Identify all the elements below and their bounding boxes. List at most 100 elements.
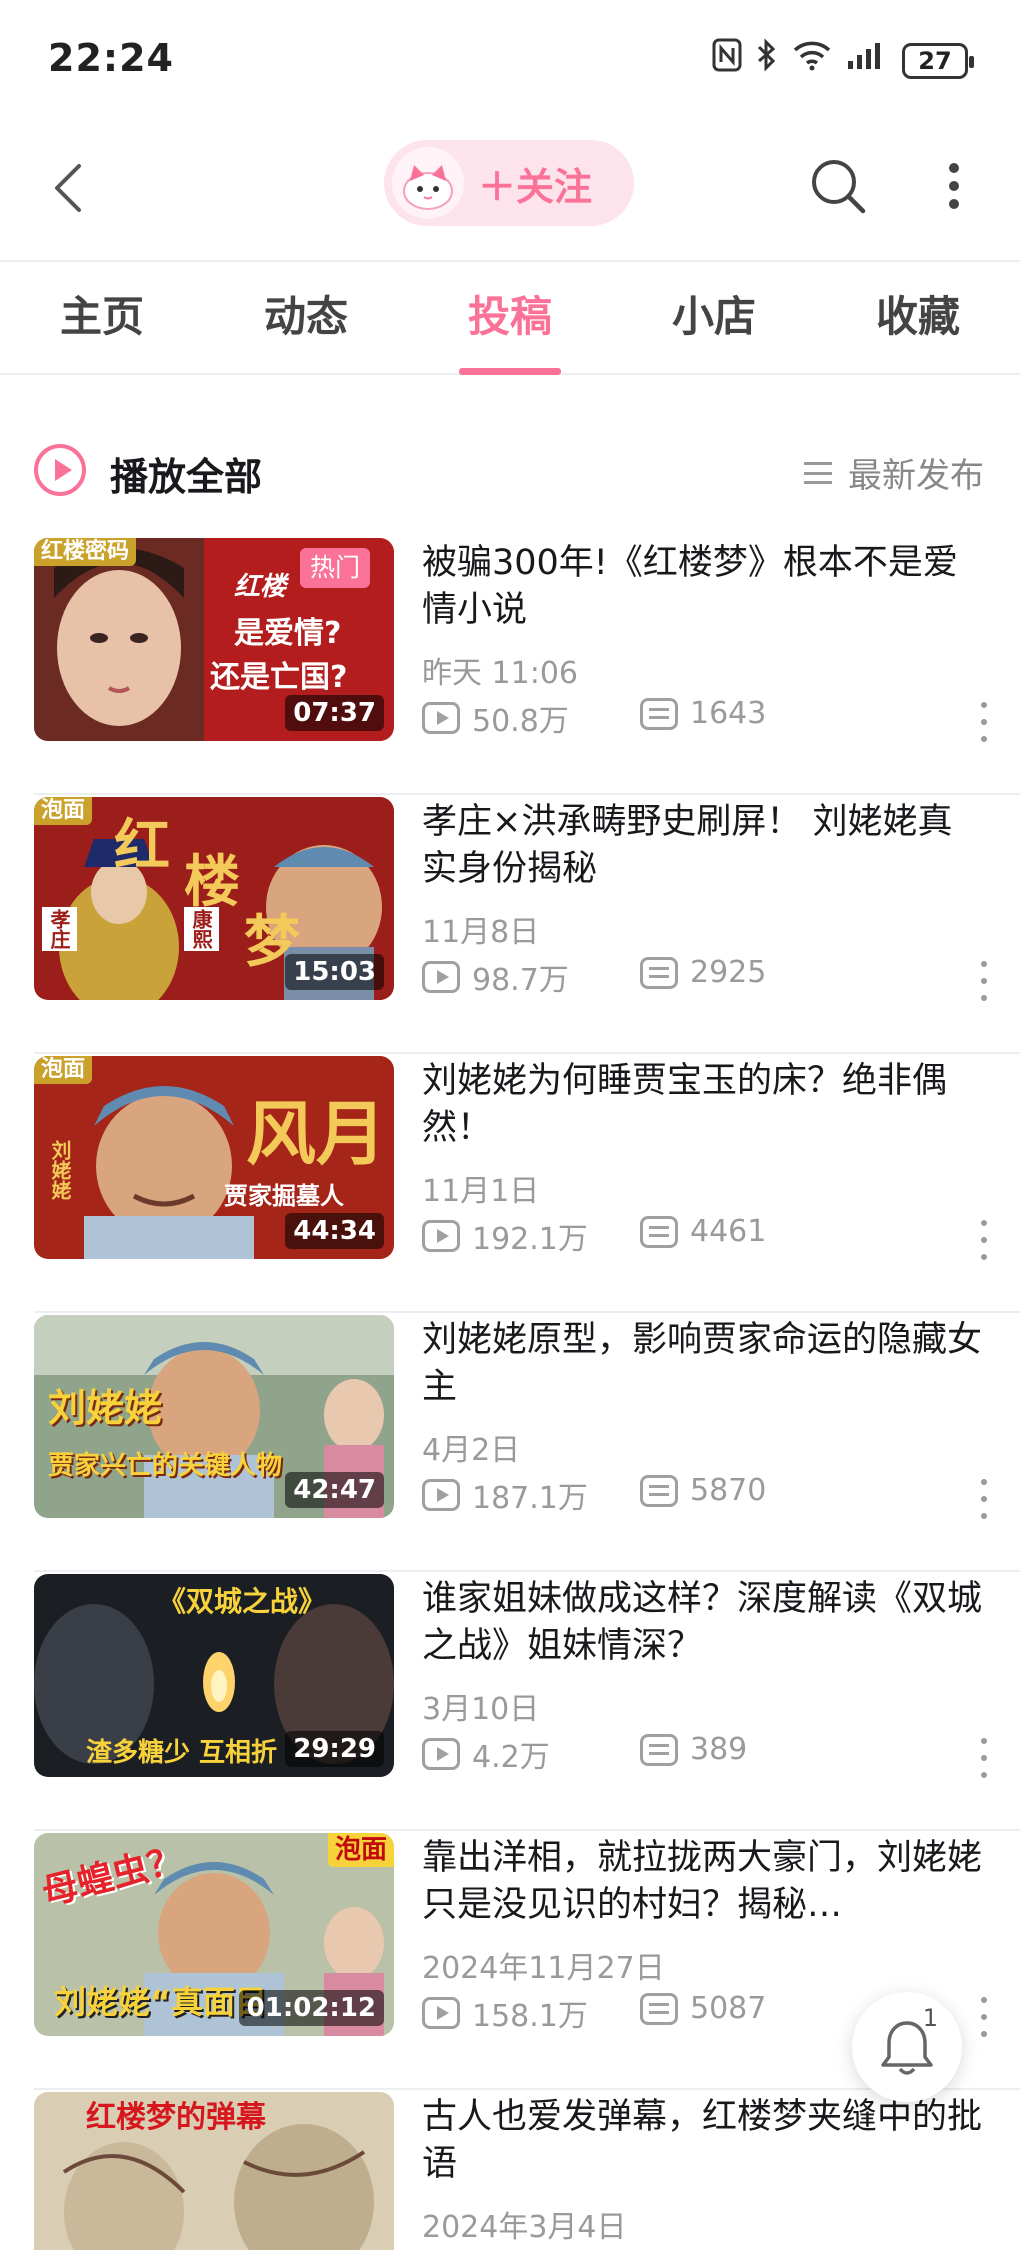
video-duration: 42:47 — [285, 1472, 384, 1508]
play-count-icon — [422, 1997, 460, 2029]
play-count-icon — [422, 1738, 460, 1770]
video-duration: 01:02:12 — [238, 1990, 384, 2026]
bluetooth-icon — [756, 38, 778, 83]
avatar — [392, 147, 464, 219]
video-title[interactable]: 被骗300年!《红楼梦》根本不是爱情小说 — [422, 540, 982, 634]
video-title[interactable]: 谁家姐妹做成这样？深度解读《双城之战》姐妹情深？ — [422, 1576, 982, 1670]
thumbnail-text: 《双城之战》 — [158, 1585, 327, 1618]
comment-count-value: 4461 — [690, 1214, 767, 1249]
channel-tag: 泡面 — [34, 797, 93, 825]
hot-badge: 热门 — [299, 548, 370, 588]
video-date: 11月1日 — [422, 1174, 540, 1209]
video-stats: 192.1万 4461 — [422, 1214, 982, 1257]
tab-home[interactable]: 主页 — [0, 262, 204, 373]
play-all-button[interactable]: 播放全部 — [110, 446, 262, 501]
more-options-button[interactable] — [930, 146, 978, 226]
search-button[interactable] — [800, 146, 876, 226]
view-count-value: 158.1万 — [472, 1999, 588, 2034]
comment-count-value: 2925 — [690, 955, 767, 990]
thumbnail-text: 贾家兴亡的关键人物 — [48, 1451, 283, 1481]
comment-count-value: 389 — [690, 1732, 748, 1767]
video-title[interactable]: 孝庄×洪承畴野史刷屏！ 刘姥姥真实身份揭秘 — [422, 799, 982, 893]
notification-bell-button[interactable]: 1 — [852, 1992, 962, 2102]
thumbnail-text: 孝庄 — [42, 907, 77, 951]
tab-shop[interactable]: 小店 — [612, 262, 816, 373]
video-title[interactable]: 刘姥姥为何睡贾宝玉的床？绝非偶然！ — [422, 1058, 982, 1152]
tab-dynamics[interactable]: 动态 — [204, 262, 408, 373]
tab-uploads[interactable]: 投稿 — [408, 262, 612, 373]
play-count-icon — [422, 1220, 460, 1252]
view-count: 98.7万 — [422, 955, 569, 999]
comment-count: 5870 — [640, 1473, 766, 1508]
more-vertical-icon — [949, 163, 959, 209]
danmaku-icon — [640, 1215, 678, 1248]
video-title[interactable]: 刘姥姥原型，影响贾家命运的隐藏女主 — [422, 1317, 982, 1411]
back-button[interactable] — [38, 148, 98, 228]
view-count-value: 98.7万 — [472, 963, 569, 998]
video-duration: 29:29 — [285, 1731, 384, 1767]
thumbnail-text: 刘姥姥“真面目 — [54, 1983, 268, 2021]
view-count-value: 192.1万 — [472, 1222, 588, 1257]
battery-icon: 27 — [902, 42, 974, 79]
video-more-button[interactable] — [974, 961, 994, 1001]
video-list: 红楼密码 红楼 是爱情? 还是亡国? 热门 07:37 被骗300年!《红楼梦》… — [0, 536, 1020, 2250]
thumbnail-text: 刘姥姥 — [48, 1386, 163, 1430]
video-thumbnail[interactable]: 泡面 风月 贾家掘墓人 刘姥姥 44:34 — [34, 1056, 394, 1259]
comment-count: 389 — [640, 1732, 747, 1767]
comment-count: 1643 — [640, 696, 766, 731]
play-circle-icon[interactable] — [34, 444, 86, 496]
sort-icon — [804, 461, 832, 484]
video-item[interactable]: 红楼梦的弹幕 古人也爱发弹幕，红楼梦夹缝中的批语 2024年3月4日 — [0, 2090, 1020, 2250]
view-count: 187.1万 — [422, 1473, 588, 1517]
video-thumbnail[interactable]: 泡面 红 楼 梦 孝庄 康熙 15:03 — [34, 797, 394, 1000]
status-icons: 27 — [712, 38, 974, 83]
follow-button[interactable]: ＋关注 — [384, 140, 634, 226]
danmaku-icon — [640, 1992, 678, 2025]
video-title[interactable]: 古人也爱发弹幕，红楼梦夹缝中的批语 — [422, 2094, 982, 2188]
comment-count-value: 1643 — [690, 696, 767, 731]
thumbnail-text: 贾家掘墓人 — [224, 1182, 344, 1210]
video-item[interactable]: 刘姥姥 贾家兴亡的关键人物 42:47 刘姥姥原型，影响贾家命运的隐藏女主 4月… — [0, 1313, 1020, 1572]
channel-tag: 红楼密码 — [34, 538, 137, 566]
play-all-row: 播放全部 最新发布 — [0, 430, 1020, 510]
video-title[interactable]: 靠出洋相，就拉拢两大豪门，刘姥姥只是没见识的村妇？揭秘… — [422, 1835, 982, 1929]
thumbnail-text: 红楼梦的弹幕 — [86, 2100, 266, 2135]
follow-label: ＋关注 — [478, 164, 593, 209]
tab-favorites[interactable]: 收藏 — [816, 262, 1020, 373]
danmaku-icon — [640, 956, 678, 989]
video-more-button[interactable] — [974, 1220, 994, 1260]
video-thumbnail[interactable]: 红楼密码 红楼 是爱情? 还是亡国? 热门 07:37 — [34, 538, 394, 741]
video-more-button[interactable] — [974, 1479, 994, 1519]
video-thumbnail[interactable]: 《双城之战》 渣多糖少 互相折 29:29 — [34, 1574, 394, 1777]
video-duration: 07:37 — [285, 695, 384, 731]
video-date: 昨天 11:06 — [422, 656, 578, 691]
thumbnail-text: 康熙 — [184, 907, 219, 951]
play-count-icon — [422, 961, 460, 993]
chevron-left-icon — [55, 164, 81, 212]
video-more-button[interactable] — [974, 1738, 994, 1778]
sort-label: 最新发布 — [848, 456, 984, 496]
video-thumbnail[interactable]: 红楼梦的弹幕 — [34, 2092, 394, 2250]
video-thumbnail[interactable]: 刘姥姥 贾家兴亡的关键人物 42:47 — [34, 1315, 394, 1518]
profile-header: ＋关注 — [0, 118, 1020, 260]
view-count-value: 4.2万 — [472, 1740, 550, 1775]
thumbnail-text: 楼 — [184, 850, 240, 915]
video-item[interactable]: 《双城之战》 渣多糖少 互相折 29:29 谁家姐妹做成这样？深度解读《双城之战… — [0, 1572, 1020, 1831]
video-more-button[interactable] — [974, 1997, 994, 2037]
thumbnail-text: 风月 — [246, 1093, 386, 1175]
video-item[interactable]: 泡面 红 楼 梦 孝庄 康熙 15:03 孝庄×洪承畴野史刷屏！ 刘姥姥真实身份… — [0, 795, 1020, 1054]
channel-tag: 泡面 — [327, 1833, 394, 1867]
danmaku-icon — [640, 697, 678, 730]
video-thumbnail[interactable]: 泡面 母蝗虫？ 刘姥姥“真面目 01:02:12 — [34, 1833, 394, 2036]
video-date: 11月8日 — [422, 915, 540, 950]
video-item[interactable]: 红楼密码 红楼 是爱情? 还是亡国? 热门 07:37 被骗300年!《红楼梦》… — [0, 536, 1020, 795]
video-stats: 98.7万 2925 — [422, 955, 982, 999]
video-date: 3月10日 — [422, 1692, 540, 1727]
channel-tag: 泡面 — [34, 1056, 93, 1084]
video-stats: 50.8万 1643 — [422, 696, 982, 739]
thumbnail-text: 是爱情? — [234, 616, 342, 651]
sort-button[interactable]: 最新发布 — [804, 448, 984, 497]
video-item[interactable]: 泡面 风月 贾家掘墓人 刘姥姥 44:34 刘姥姥为何睡贾宝玉的床？绝非偶然！ … — [0, 1054, 1020, 1313]
signal-icon — [846, 39, 888, 82]
video-more-button[interactable] — [974, 702, 994, 742]
